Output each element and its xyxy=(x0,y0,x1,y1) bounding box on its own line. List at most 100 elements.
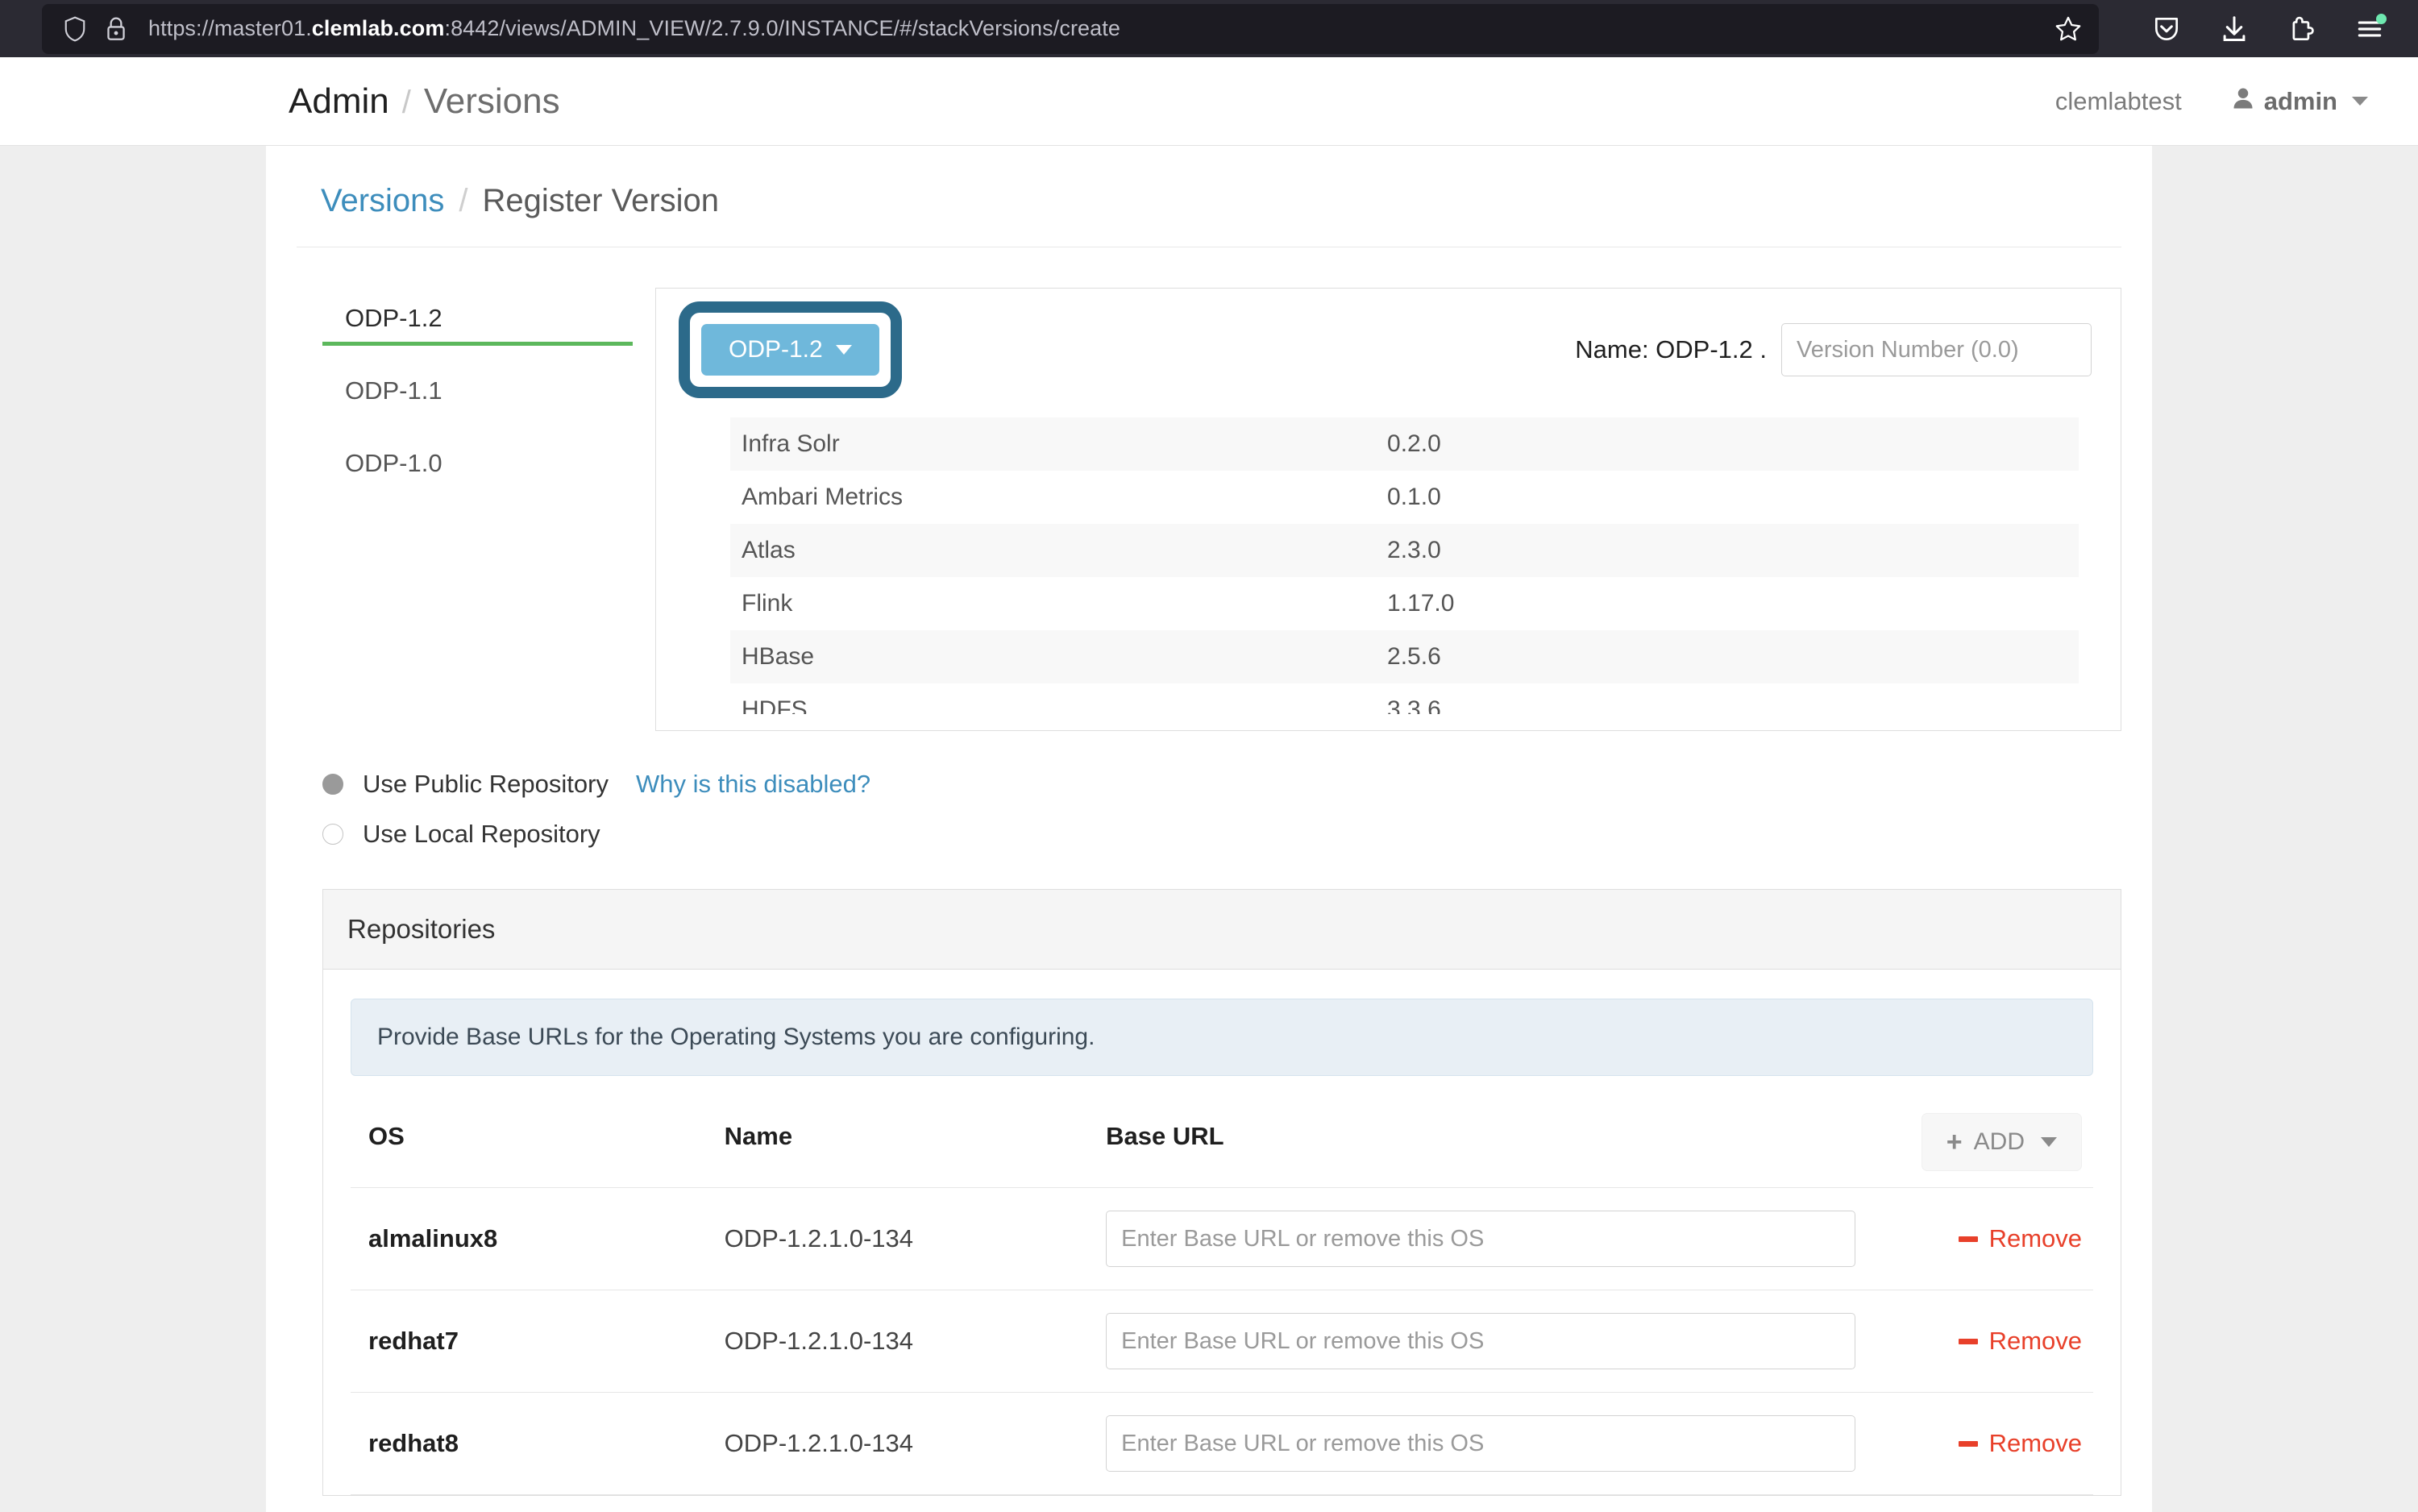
repositories-panel-body: Provide Base URLs for the Operating Syst… xyxy=(323,970,2121,1495)
stack-dropdown-label: ODP-1.2 xyxy=(729,336,823,363)
stack-version-item-odp-1-1[interactable]: ODP-1.1 xyxy=(322,367,633,418)
breadcrumb-versions[interactable]: Versions xyxy=(424,81,560,122)
base-url-input[interactable] xyxy=(1106,1313,1856,1369)
services-version-table: Infra Solr 0.2.0 Ambari Metrics 0.1.0 At… xyxy=(730,417,2079,714)
service-name: Atlas xyxy=(742,537,796,563)
services-version-scroll[interactable]: Infra Solr 0.2.0 Ambari Metrics 0.1.0 At… xyxy=(730,417,2079,714)
breadcrumb-sep: / xyxy=(459,183,468,218)
base-url-input[interactable] xyxy=(1106,1211,1856,1267)
column-header-os: OS xyxy=(351,1100,707,1188)
breadcrumb-versions-link[interactable]: Versions xyxy=(321,183,444,219)
table-row: HBase 2.5.6 xyxy=(730,630,2079,683)
repositories-panel-title: Repositories xyxy=(323,890,2121,970)
table-row: Flink 1.17.0 xyxy=(730,577,2079,630)
bookmark-star-icon[interactable] xyxy=(2034,15,2083,44)
os-repositories-table: OS Name Base URL + ADD almalinux8 ODP-1.… xyxy=(351,1100,2093,1495)
update-available-dot xyxy=(2376,13,2387,24)
chevron-down-icon xyxy=(2041,1137,2057,1147)
stack-dropdown-highlight-ring: ODP-1.2 xyxy=(679,301,902,398)
add-os-button[interactable]: + ADD xyxy=(1921,1113,2082,1171)
register-version-section: ODP-1.2 ODP-1.1 ODP-1.0 ODP-1.2 Name: OD… xyxy=(297,247,2121,731)
repositories-panel: Repositories Provide Base URLs for the O… xyxy=(322,889,2121,1496)
chrome-left-spacer xyxy=(0,0,42,57)
table-row: Ambari Metrics 0.1.0 xyxy=(730,471,2079,524)
service-version: 0.1.0 xyxy=(1387,484,1441,510)
minus-icon xyxy=(1958,1338,1978,1344)
row-actions: Remove xyxy=(1855,1187,2093,1290)
user-name: admin xyxy=(2263,86,2337,115)
pocket-save-icon[interactable] xyxy=(2150,13,2183,45)
column-header-base-url: Base URL xyxy=(1088,1100,1856,1188)
version-name-group: Name: ODP-1.2 . xyxy=(1575,323,2092,376)
add-button-label: ADD xyxy=(1973,1128,2025,1155)
page-breadcrumb: Versions / Register Version xyxy=(297,146,2121,247)
version-name-label: Name: ODP-1.2 . xyxy=(1575,335,1767,363)
service-version: 1.17.0 xyxy=(1387,590,1455,617)
radio-label-local: Use Local Repository xyxy=(363,820,600,848)
radio-label-public: Use Public Repository xyxy=(363,770,609,798)
stack-version-list: ODP-1.2 ODP-1.1 ODP-1.0 xyxy=(322,288,633,731)
why-is-this-disabled-link[interactable]: Why is this disabled? xyxy=(636,770,870,799)
breadcrumb-admin[interactable]: Admin xyxy=(289,81,389,122)
radio-use-public-repository[interactable] xyxy=(322,774,343,795)
minus-icon xyxy=(1958,1236,1978,1242)
browser-chrome: https://master01.clemlab.com:8442/views/… xyxy=(0,0,2418,57)
content-card: Versions / Register Version ODP-1.2 ODP-… xyxy=(266,146,2152,1512)
row-actions: Remove xyxy=(1855,1392,2093,1495)
header-right: clemlabtest admin xyxy=(2055,86,2368,117)
remove-os-link[interactable]: Remove xyxy=(1958,1327,2082,1356)
service-name: Ambari Metrics xyxy=(742,484,904,510)
table-row: Atlas 2.3.0 xyxy=(730,524,2079,577)
row-actions: Remove xyxy=(1855,1290,2093,1393)
lock-icon[interactable] xyxy=(105,15,127,43)
url-text: https://master01.clemlab.com:8442/views/… xyxy=(148,16,1120,40)
stack-detail-panel: ODP-1.2 Name: ODP-1.2 . Infra Solr xyxy=(655,288,2121,731)
radio-row-public[interactable]: Use Public Repository Why is this disabl… xyxy=(322,770,2121,799)
user-menu[interactable]: admin xyxy=(2232,86,2368,117)
base-url-input[interactable] xyxy=(1106,1415,1856,1472)
service-name: HDFS xyxy=(742,696,808,714)
remove-os-link[interactable]: Remove xyxy=(1958,1224,2082,1253)
radio-row-local[interactable]: Use Local Repository xyxy=(322,820,2121,849)
remove-os-link[interactable]: Remove xyxy=(1958,1429,2082,1458)
shield-icon[interactable] xyxy=(63,15,87,43)
service-version: 2.3.0 xyxy=(1387,537,1441,563)
repositories-info-alert: Provide Base URLs for the Operating Syst… xyxy=(351,999,2093,1076)
service-name: HBase xyxy=(742,643,815,670)
version-number-input[interactable] xyxy=(1781,323,2092,376)
cluster-name[interactable]: clemlabtest xyxy=(2055,87,2182,116)
service-version: 3.3.6 xyxy=(1387,696,1441,714)
hamburger-menu-icon[interactable] xyxy=(2354,13,2387,45)
table-row: redhat7 ODP-1.2.1.0-134 Remove xyxy=(351,1290,2093,1393)
service-version: 0.2.0 xyxy=(1387,430,1441,457)
extensions-puzzle-icon[interactable] xyxy=(2286,13,2318,45)
stack-version-item-odp-1-2[interactable]: ODP-1.2 xyxy=(322,294,633,346)
download-icon[interactable] xyxy=(2218,13,2250,45)
page-body: Versions / Register Version ODP-1.2 ODP-… xyxy=(0,146,2418,1512)
column-header-actions: + ADD xyxy=(1855,1100,2093,1188)
minus-icon xyxy=(1958,1440,1978,1447)
remove-label: Remove xyxy=(1988,1327,2082,1355)
table-row: Infra Solr 0.2.0 xyxy=(730,417,2079,471)
service-name: Infra Solr xyxy=(742,430,840,457)
base-url-cell xyxy=(1088,1290,1856,1393)
stack-version-item-odp-1-0[interactable]: ODP-1.0 xyxy=(322,439,633,491)
page-title: Register Version xyxy=(482,183,720,218)
table-header-row: OS Name Base URL + ADD xyxy=(351,1100,2093,1188)
remove-label: Remove xyxy=(1988,1429,2082,1457)
repo-name: ODP-1.2.1.0-134 xyxy=(706,1187,1089,1290)
os-name: almalinux8 xyxy=(351,1187,707,1290)
stack-panel-toolbar: ODP-1.2 Name: ODP-1.2 . xyxy=(656,289,2121,403)
base-url-cell xyxy=(1088,1392,1856,1495)
chevron-down-icon xyxy=(2352,97,2368,106)
address-bar[interactable]: https://master01.clemlab.com:8442/views/… xyxy=(42,3,2099,54)
repo-name: ODP-1.2.1.0-134 xyxy=(706,1392,1089,1495)
breadcrumb-separator: / xyxy=(401,84,411,120)
repository-source-choice: Use Public Repository Why is this disabl… xyxy=(297,731,2121,849)
stack-version-dropdown-button[interactable]: ODP-1.2 xyxy=(701,324,879,376)
chrome-toolbar-buttons xyxy=(2099,0,2418,57)
os-name: redhat8 xyxy=(351,1392,707,1495)
column-header-name: Name xyxy=(706,1100,1089,1188)
os-name: redhat7 xyxy=(351,1290,707,1393)
radio-use-local-repository[interactable] xyxy=(322,824,343,845)
